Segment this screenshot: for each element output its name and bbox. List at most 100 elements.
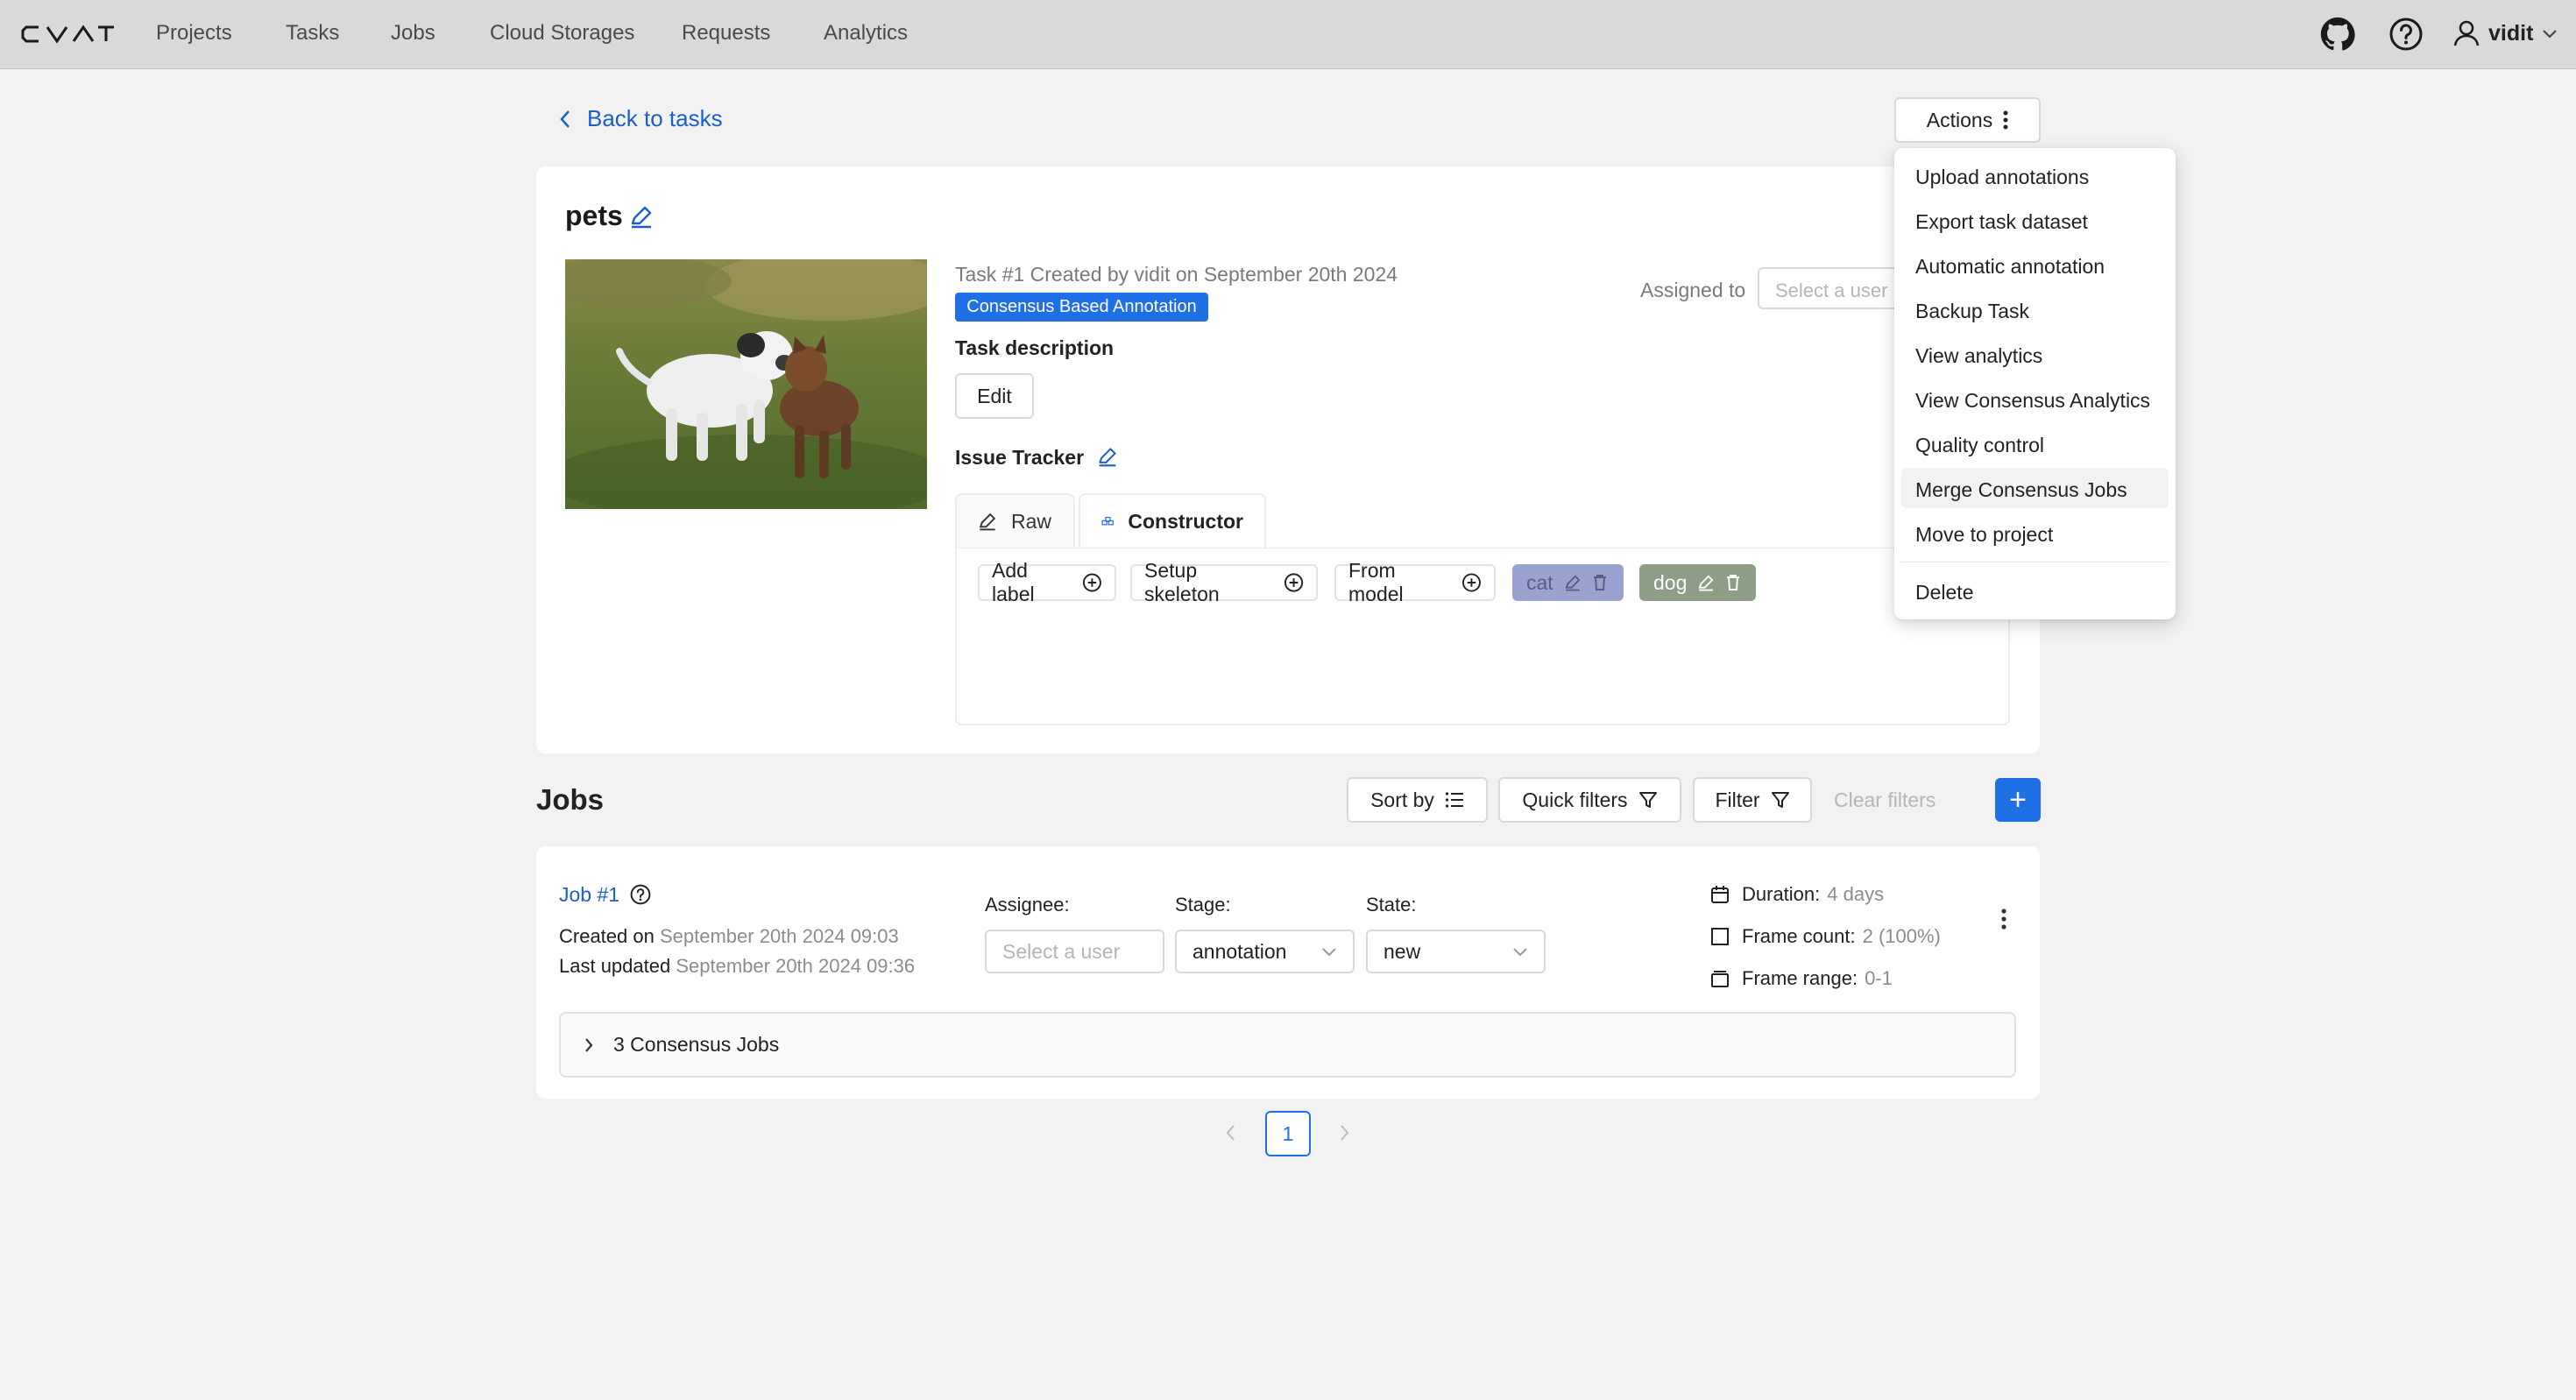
job-frame-count: Frame count: 2 (100%) [1710, 925, 1941, 948]
task-description-label: Task description [955, 336, 1115, 359]
actions-label: Actions [1926, 108, 1993, 131]
quick-filters-label: Quick filters [1522, 788, 1628, 811]
menu-backup-task[interactable]: Backup Task [1901, 289, 2169, 329]
nav-cloud-storages[interactable]: Cloud Storages [490, 21, 634, 46]
chevron-down-icon [1513, 948, 1527, 957]
cvat-logo-mark [21, 25, 114, 44]
add-label-button[interactable]: Add label [978, 559, 1116, 605]
job-help-icon[interactable] [629, 883, 652, 906]
chevron-left-icon [560, 110, 570, 128]
help-icon[interactable] [2388, 17, 2424, 52]
frame-range-value: 0-1 [1865, 967, 1893, 989]
menu-export-task-dataset[interactable]: Export task dataset [1901, 200, 2169, 240]
next-page-icon[interactable] [1338, 1123, 1350, 1142]
filter-icon [1638, 792, 1657, 808]
edit-description-button[interactable]: Edit [955, 373, 1034, 419]
frame-range-label: Frame range: [1742, 967, 1858, 989]
edit-issue-tracker-icon[interactable] [1097, 446, 1118, 467]
state-label: State: [1366, 894, 1417, 916]
frame-count-value: 2 (100%) [1862, 925, 1941, 947]
page-number[interactable]: 1 [1265, 1111, 1311, 1156]
issue-tracker-label: Issue Tracker [955, 446, 1085, 469]
job-duration: Duration: 4 days [1710, 883, 1884, 906]
menu-delete[interactable]: Delete [1901, 570, 2169, 611]
job-link[interactable]: Job #1 [559, 883, 619, 907]
actions-dropdown-menu: Upload annotations Export task dataset A… [1894, 148, 2176, 619]
created-label: Created on [559, 925, 655, 947]
job-state-select[interactable]: new [1366, 930, 1546, 973]
username: vidit [2488, 20, 2534, 46]
from-model-button[interactable]: From model [1334, 559, 1496, 605]
label-dog[interactable]: dog [1639, 564, 1756, 601]
label-cat-name: cat [1526, 570, 1553, 594]
setup-skeleton-button[interactable]: Setup skeleton [1130, 559, 1318, 605]
actions-button[interactable]: Actions [1894, 97, 2041, 143]
prev-page-icon[interactable] [1225, 1123, 1237, 1142]
duration-value: 4 days [1827, 883, 1885, 905]
setup-skeleton-text: Setup skeleton [1144, 559, 1220, 605]
menu-view-consensus-analytics[interactable]: View Consensus Analytics [1901, 378, 2169, 419]
tab-constructor[interactable]: Constructor [1079, 493, 1266, 548]
created-value: September 20th 2024 09:03 [659, 925, 899, 947]
label-cat[interactable]: cat [1512, 564, 1624, 601]
back-to-tasks-link[interactable]: Back to tasks [559, 105, 723, 132]
consensus-jobs-collapse[interactable]: 3 Consensus Jobs [559, 1012, 2016, 1078]
menu-merge-consensus-jobs[interactable]: Merge Consensus Jobs [1901, 468, 2169, 508]
github-icon[interactable] [2320, 17, 2355, 52]
assignee-label: Assignee: [985, 894, 1070, 916]
tab-constructor-label: Constructor [1128, 509, 1243, 533]
menu-upload-annotations[interactable]: Upload annotations [1901, 155, 2169, 195]
job-assignee-select[interactable]: Select a user [985, 930, 1164, 973]
nav-analytics[interactable]: Analytics [824, 21, 908, 46]
stage-value: annotation [1192, 939, 1287, 963]
edit-label-icon[interactable] [1697, 574, 1715, 591]
menu-move-to-project[interactable]: Move to project [1901, 513, 2169, 553]
nav-requests[interactable]: Requests [682, 21, 770, 46]
updated-value: September 20th 2024 09:36 [676, 955, 916, 977]
edit-label-icon[interactable] [1564, 574, 1582, 591]
nav-tasks[interactable]: Tasks [286, 21, 339, 46]
jobs-title: Jobs [536, 783, 605, 816]
cvat-logo[interactable] [21, 23, 114, 46]
job-more-icon[interactable] [2000, 908, 2007, 930]
chevron-down-icon [1322, 948, 1336, 957]
edit-task-name-icon[interactable] [629, 204, 654, 229]
constructor-icon [1101, 516, 1114, 526]
nav-jobs[interactable]: Jobs [391, 21, 435, 46]
sort-by-button[interactable]: Sort by [1347, 777, 1488, 823]
filter-button[interactable]: Filter [1693, 777, 1812, 823]
state-value: new [1384, 939, 1421, 963]
menu-automatic-annotation[interactable]: Automatic annotation [1901, 244, 2169, 285]
updated-label: Last updated [559, 955, 671, 977]
filter-label: Filter [1715, 788, 1760, 811]
task-assignee-select[interactable]: Select a user [1758, 267, 1898, 309]
frames-icon [1711, 971, 1729, 987]
assigned-to-label: Assigned to [1640, 279, 1746, 301]
tab-raw[interactable]: Raw [955, 493, 1075, 548]
menu-quality-control[interactable]: Quality control [1901, 423, 2169, 463]
add-job-button[interactable]: + [1995, 778, 2041, 822]
delete-label-icon[interactable] [1725, 574, 1741, 591]
from-model-text: From model [1348, 559, 1404, 605]
user-menu[interactable]: vidit [2453, 19, 2558, 47]
chevron-right-icon [585, 1037, 593, 1052]
frame-icon [1711, 928, 1729, 945]
tab-raw-label: Raw [1011, 509, 1052, 533]
nav-projects[interactable]: Projects [156, 21, 232, 46]
delete-label-icon[interactable] [1592, 574, 1608, 591]
duration-label: Duration: [1742, 883, 1821, 905]
user-icon [2453, 20, 2480, 46]
menu-view-analytics[interactable]: View analytics [1901, 334, 2169, 374]
sort-by-label: Sort by [1370, 788, 1434, 811]
clear-filters-button[interactable]: Clear filters [1834, 788, 1936, 812]
consensus-tag: Consensus Based Annotation [955, 293, 1208, 322]
label-dog-name: dog [1653, 570, 1688, 594]
stage-label: Stage: [1175, 894, 1231, 916]
chevron-down-icon [2543, 30, 2558, 39]
quick-filters-button[interactable]: Quick filters [1498, 777, 1681, 823]
job-stage-select[interactable]: annotation [1175, 930, 1355, 973]
job-updated: Last updated September 20th 2024 09:36 [559, 955, 915, 978]
add-label-text: Add label [992, 559, 1035, 605]
task-name-text: pets [565, 200, 623, 231]
edit-label: Edit [977, 384, 1012, 407]
